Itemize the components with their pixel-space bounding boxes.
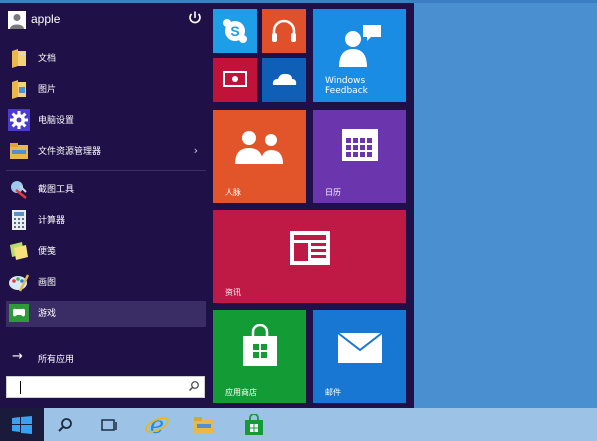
start-item-snipping-tool[interactable]: 截图工具 — [6, 177, 206, 203]
svg-text:e: e — [150, 412, 164, 438]
start-item-label: 便笺 — [38, 247, 57, 257]
file-explorer-icon — [194, 417, 214, 433]
start-item-label: 图片 — [38, 85, 57, 95]
text-cursor — [20, 381, 21, 394]
tile-video[interactable] — [213, 58, 257, 102]
tile-label: Windows Feedback — [325, 76, 368, 96]
cloud-icon — [272, 73, 297, 85]
search-icon[interactable] — [188, 380, 200, 392]
tile-label: 邮件 — [325, 388, 341, 397]
sticky-notes-icon — [10, 242, 28, 260]
video-icon — [223, 71, 247, 87]
snipping-tool-icon — [11, 181, 27, 199]
user-account[interactable]: apple — [6, 9, 206, 31]
start-item-pictures[interactable]: 图片 — [6, 77, 206, 103]
windows-logo-icon — [12, 416, 32, 434]
search-icon — [58, 418, 72, 432]
task-view-button[interactable] — [93, 408, 123, 441]
tile-news[interactable]: 资讯 — [213, 210, 406, 303]
start-item-label: 文档 — [38, 54, 57, 64]
start-item-calculator[interactable]: 计算器 — [6, 208, 206, 234]
start-menu: apple 文档 图片 电脑设置 文件资源管理器 › 截图工具 计算器 便笺 画… — [0, 3, 414, 408]
start-item-label: 文件资源管理器 — [38, 147, 102, 157]
tile-onedrive[interactable] — [262, 58, 306, 102]
tile-people[interactable]: 人脉 — [213, 110, 306, 203]
divider — [6, 170, 206, 171]
search-input[interactable] — [11, 379, 181, 395]
all-apps-label: 所有应用 — [38, 355, 75, 365]
tile-skype[interactable]: S — [213, 9, 257, 53]
taskbar-file-explorer[interactable] — [188, 408, 220, 441]
start-item-label: 游戏 — [38, 309, 57, 319]
pictures-folder-icon — [12, 80, 26, 99]
mail-envelope-icon — [337, 332, 383, 363]
people-icon — [235, 131, 283, 164]
tile-label: 日历 — [325, 188, 341, 197]
taskbar: e — [0, 408, 597, 441]
calendar-icon — [342, 129, 378, 161]
store-bag-icon — [245, 414, 263, 435]
start-item-sticky-notes[interactable]: 便笺 — [6, 239, 206, 265]
documents-folder-icon — [12, 49, 26, 68]
start-item-label: 计算器 — [38, 216, 66, 226]
start-menu-left-pane: apple 文档 图片 电脑设置 文件资源管理器 › 截图工具 计算器 便笺 画… — [0, 3, 208, 408]
tile-mail[interactable]: 邮件 — [313, 310, 406, 403]
file-explorer-icon — [10, 143, 28, 159]
taskbar-store[interactable] — [238, 408, 270, 441]
taskbar-internet-explorer[interactable]: e — [138, 408, 174, 441]
feedback-person-icon — [339, 25, 381, 67]
tile-windows-feedback[interactable]: Windows Feedback — [313, 9, 406, 102]
games-controller-icon — [9, 304, 29, 322]
arrow-right-icon: → — [12, 349, 23, 364]
tile-calendar[interactable]: 日历 — [313, 110, 406, 203]
tile-label: 人脉 — [225, 188, 241, 197]
taskbar-search-button[interactable] — [50, 408, 80, 441]
store-bag-icon — [243, 324, 277, 366]
task-view-icon — [101, 419, 117, 431]
internet-explorer-icon: e — [145, 412, 169, 438]
svg-text:S: S — [230, 23, 239, 39]
news-icon — [290, 231, 330, 265]
calculator-icon — [12, 210, 26, 230]
start-button[interactable] — [0, 408, 44, 441]
start-item-label: 截图工具 — [38, 185, 75, 195]
start-item-label: 画图 — [38, 278, 57, 288]
settings-gear-icon — [8, 109, 30, 131]
tile-music[interactable] — [262, 9, 306, 53]
user-name: apple — [31, 12, 61, 26]
tile-label: 资讯 — [225, 288, 241, 297]
chevron-right-icon[interactable]: › — [194, 144, 198, 157]
all-apps-button[interactable]: → 所有应用 — [6, 348, 206, 368]
start-item-games[interactable]: 游戏 — [6, 301, 206, 327]
paint-icon — [9, 274, 30, 292]
start-item-pc-settings[interactable]: 电脑设置 — [6, 108, 206, 134]
tile-label: 应用商店 — [225, 388, 257, 397]
start-item-documents[interactable]: 文档 — [6, 46, 206, 72]
power-icon[interactable] — [186, 9, 204, 27]
search-box[interactable] — [6, 376, 205, 398]
headphones-icon — [272, 19, 296, 42]
skype-icon: S — [223, 19, 247, 43]
start-item-label: 电脑设置 — [38, 116, 75, 126]
start-item-paint[interactable]: 画图 — [6, 270, 206, 296]
start-item-file-explorer[interactable]: 文件资源管理器 › — [6, 139, 206, 165]
user-avatar-icon — [8, 11, 26, 29]
tile-store[interactable]: 应用商店 — [213, 310, 306, 403]
